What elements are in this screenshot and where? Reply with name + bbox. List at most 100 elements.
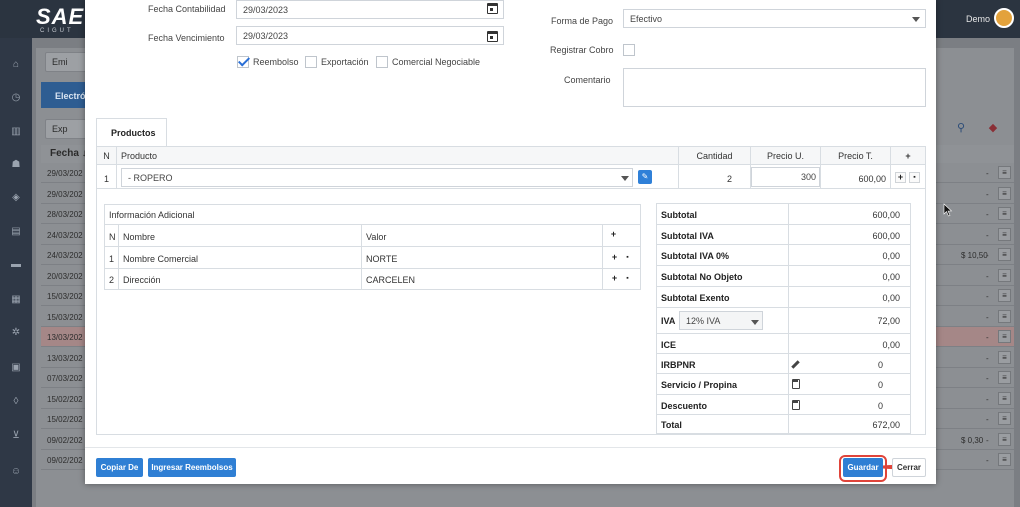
calendar-icon[interactable] [487, 3, 498, 14]
product-cantidad[interactable]: 2 [679, 165, 751, 189]
exportacion-checkbox[interactable] [305, 56, 317, 68]
bg-row-date: 24/03/202 [47, 251, 83, 260]
registrar-cobro-checkbox[interactable] [623, 44, 635, 56]
users-icon[interactable]: ☗ [9, 158, 23, 172]
mouse-cursor-icon [943, 203, 953, 217]
product-select[interactable]: - ROPERO [121, 168, 633, 187]
total-label: IRBPNR [661, 360, 696, 370]
tab-productos[interactable]: Productos [96, 118, 167, 146]
cerrar-button[interactable]: Cerrar [892, 458, 926, 477]
menu-icon[interactable]: ≡ [998, 166, 1011, 179]
total-row-subtotal-iva0: Subtotal IVA 0% 0,00 [657, 245, 910, 266]
user-name[interactable]: Demo [966, 14, 990, 24]
menu-icon[interactable]: ≡ [998, 186, 1011, 200]
divider [105, 224, 640, 225]
reembolso-checkbox[interactable] [237, 56, 249, 68]
ingresar-reembolsos-button[interactable]: Ingresar Reembolsos [148, 458, 236, 477]
menu-icon[interactable]: ≡ [998, 289, 1011, 302]
menu-icon[interactable]: ≡ [998, 227, 1011, 241]
total-value: 672,00 [872, 420, 900, 430]
info-row-nombre: Nombre Comercial [123, 254, 199, 264]
cubes-icon[interactable]: ◈ [9, 191, 23, 205]
total-value: 0 [877, 380, 883, 390]
total-value: 72,00 [877, 316, 900, 326]
col-producto: Producto [117, 147, 679, 165]
book-icon[interactable]: ▣ [9, 361, 23, 375]
bg-export-button[interactable]: Exp [45, 119, 87, 139]
info-row-nombre: Dirección [123, 275, 161, 285]
info-row-valor[interactable]: NORTE [366, 254, 397, 264]
trash-icon[interactable]: ▪ [909, 172, 920, 183]
bg-row-date: 09/02/202 [47, 435, 83, 445]
total-value: 0,00 [882, 340, 900, 350]
info-adicional-box: Información Adicional N Nombre Valor + 1… [104, 204, 641, 290]
add-info-button[interactable]: + [608, 230, 619, 241]
products-table: N Producto Cantidad Precio U. Precio T. … [96, 146, 926, 189]
fecha-contabilidad-input[interactable]: 29/03/2023 [236, 0, 504, 19]
menu-icon[interactable]: ≡ [998, 391, 1011, 405]
registrar-cobro-label: Registrar Cobro [550, 45, 614, 55]
bg-export-label: Exp [52, 124, 68, 134]
menu-icon[interactable]: ≡ [998, 309, 1011, 323]
precio-u-cell: 300 [751, 165, 821, 189]
home-icon[interactable]: ⌂ [9, 58, 23, 72]
pencil-icon[interactable] [791, 360, 800, 369]
total-value: 0,00 [882, 272, 900, 282]
menu-icon[interactable]: ≡ [998, 412, 1011, 425]
invoice-icon[interactable]: ▦ [9, 293, 23, 307]
eraser-icon[interactable]: ◆ [980, 117, 1006, 139]
menu-icon[interactable]: ≡ [998, 371, 1011, 384]
bg-row-dash: - [986, 394, 989, 404]
total-label: Subtotal No Objeto [661, 272, 743, 282]
plus-icon[interactable]: + [895, 172, 906, 183]
gears-icon[interactable]: ✲ [9, 326, 23, 340]
trash-icon[interactable]: ▪ [622, 274, 633, 285]
search-icon[interactable]: ⚲ [948, 117, 974, 139]
menu-icon[interactable]: ≡ [998, 330, 1011, 343]
chart-icon[interactable]: ▥ [9, 125, 23, 139]
menu-icon[interactable]: ≡ [998, 453, 1011, 466]
bg-tab-electronic[interactable]: Electró [41, 82, 86, 108]
total-value: 600,00 [872, 231, 900, 241]
truck-icon[interactable]: ▬ [9, 258, 23, 272]
comercial-negociable-checkbox[interactable] [376, 56, 388, 68]
bg-emit-label: Emi [52, 57, 68, 67]
menu-icon[interactable]: ≡ [998, 248, 1011, 261]
clock-icon[interactable]: ◷ [9, 91, 23, 105]
guardar-button[interactable]: Guardar [843, 458, 883, 477]
plus-icon[interactable]: + [609, 253, 620, 264]
bg-row-dash: - [986, 333, 989, 342]
person-icon[interactable]: ☺ [9, 465, 23, 479]
user-avatar[interactable] [994, 8, 1014, 28]
product-actions: + ▪ [891, 165, 925, 189]
menu-icon[interactable]: ≡ [998, 268, 1011, 282]
app-logo: SAE [36, 4, 85, 29]
total-value: 0,00 [882, 251, 900, 261]
total-row-descuento: Descuento 0 [657, 395, 910, 415]
precio-u-input[interactable]: 300 [751, 167, 820, 187]
copiar-de-button[interactable]: Copiar De [96, 458, 143, 477]
bg-emit-button[interactable]: Emi [45, 52, 87, 72]
edit-product-button[interactable]: ✎ [638, 170, 652, 184]
forma-pago-select[interactable]: Efectivo [623, 9, 926, 28]
add-product-button[interactable]: + [891, 147, 925, 165]
shield-icon[interactable]: ◊ [9, 395, 23, 409]
product-cell: - ROPERO ✎ [117, 165, 679, 189]
menu-icon[interactable]: ≡ [998, 432, 1011, 446]
trash-icon[interactable]: ▪ [622, 253, 633, 264]
comentario-textarea[interactable] [623, 68, 926, 107]
info-row-valor[interactable]: CARCELEN [366, 275, 415, 285]
plus-icon[interactable]: + [609, 274, 620, 285]
cart-icon[interactable]: ⊻ [9, 429, 23, 443]
calendar-icon[interactable] [487, 31, 498, 42]
info-col-nombre: Nombre [123, 232, 156, 242]
bank-icon[interactable]: ▤ [9, 225, 23, 239]
calculator-icon[interactable] [792, 379, 800, 389]
fecha-vencimiento-input[interactable]: 29/03/2023 [236, 26, 504, 45]
col-cantidad: Cantidad [679, 147, 751, 165]
menu-icon[interactable]: ≡ [998, 207, 1011, 220]
menu-icon[interactable]: ≡ [998, 350, 1011, 364]
total-row-subtotal-iva: Subtotal IVA 600,00 [657, 225, 910, 245]
calculator-icon[interactable] [792, 400, 800, 410]
divider [105, 268, 640, 269]
